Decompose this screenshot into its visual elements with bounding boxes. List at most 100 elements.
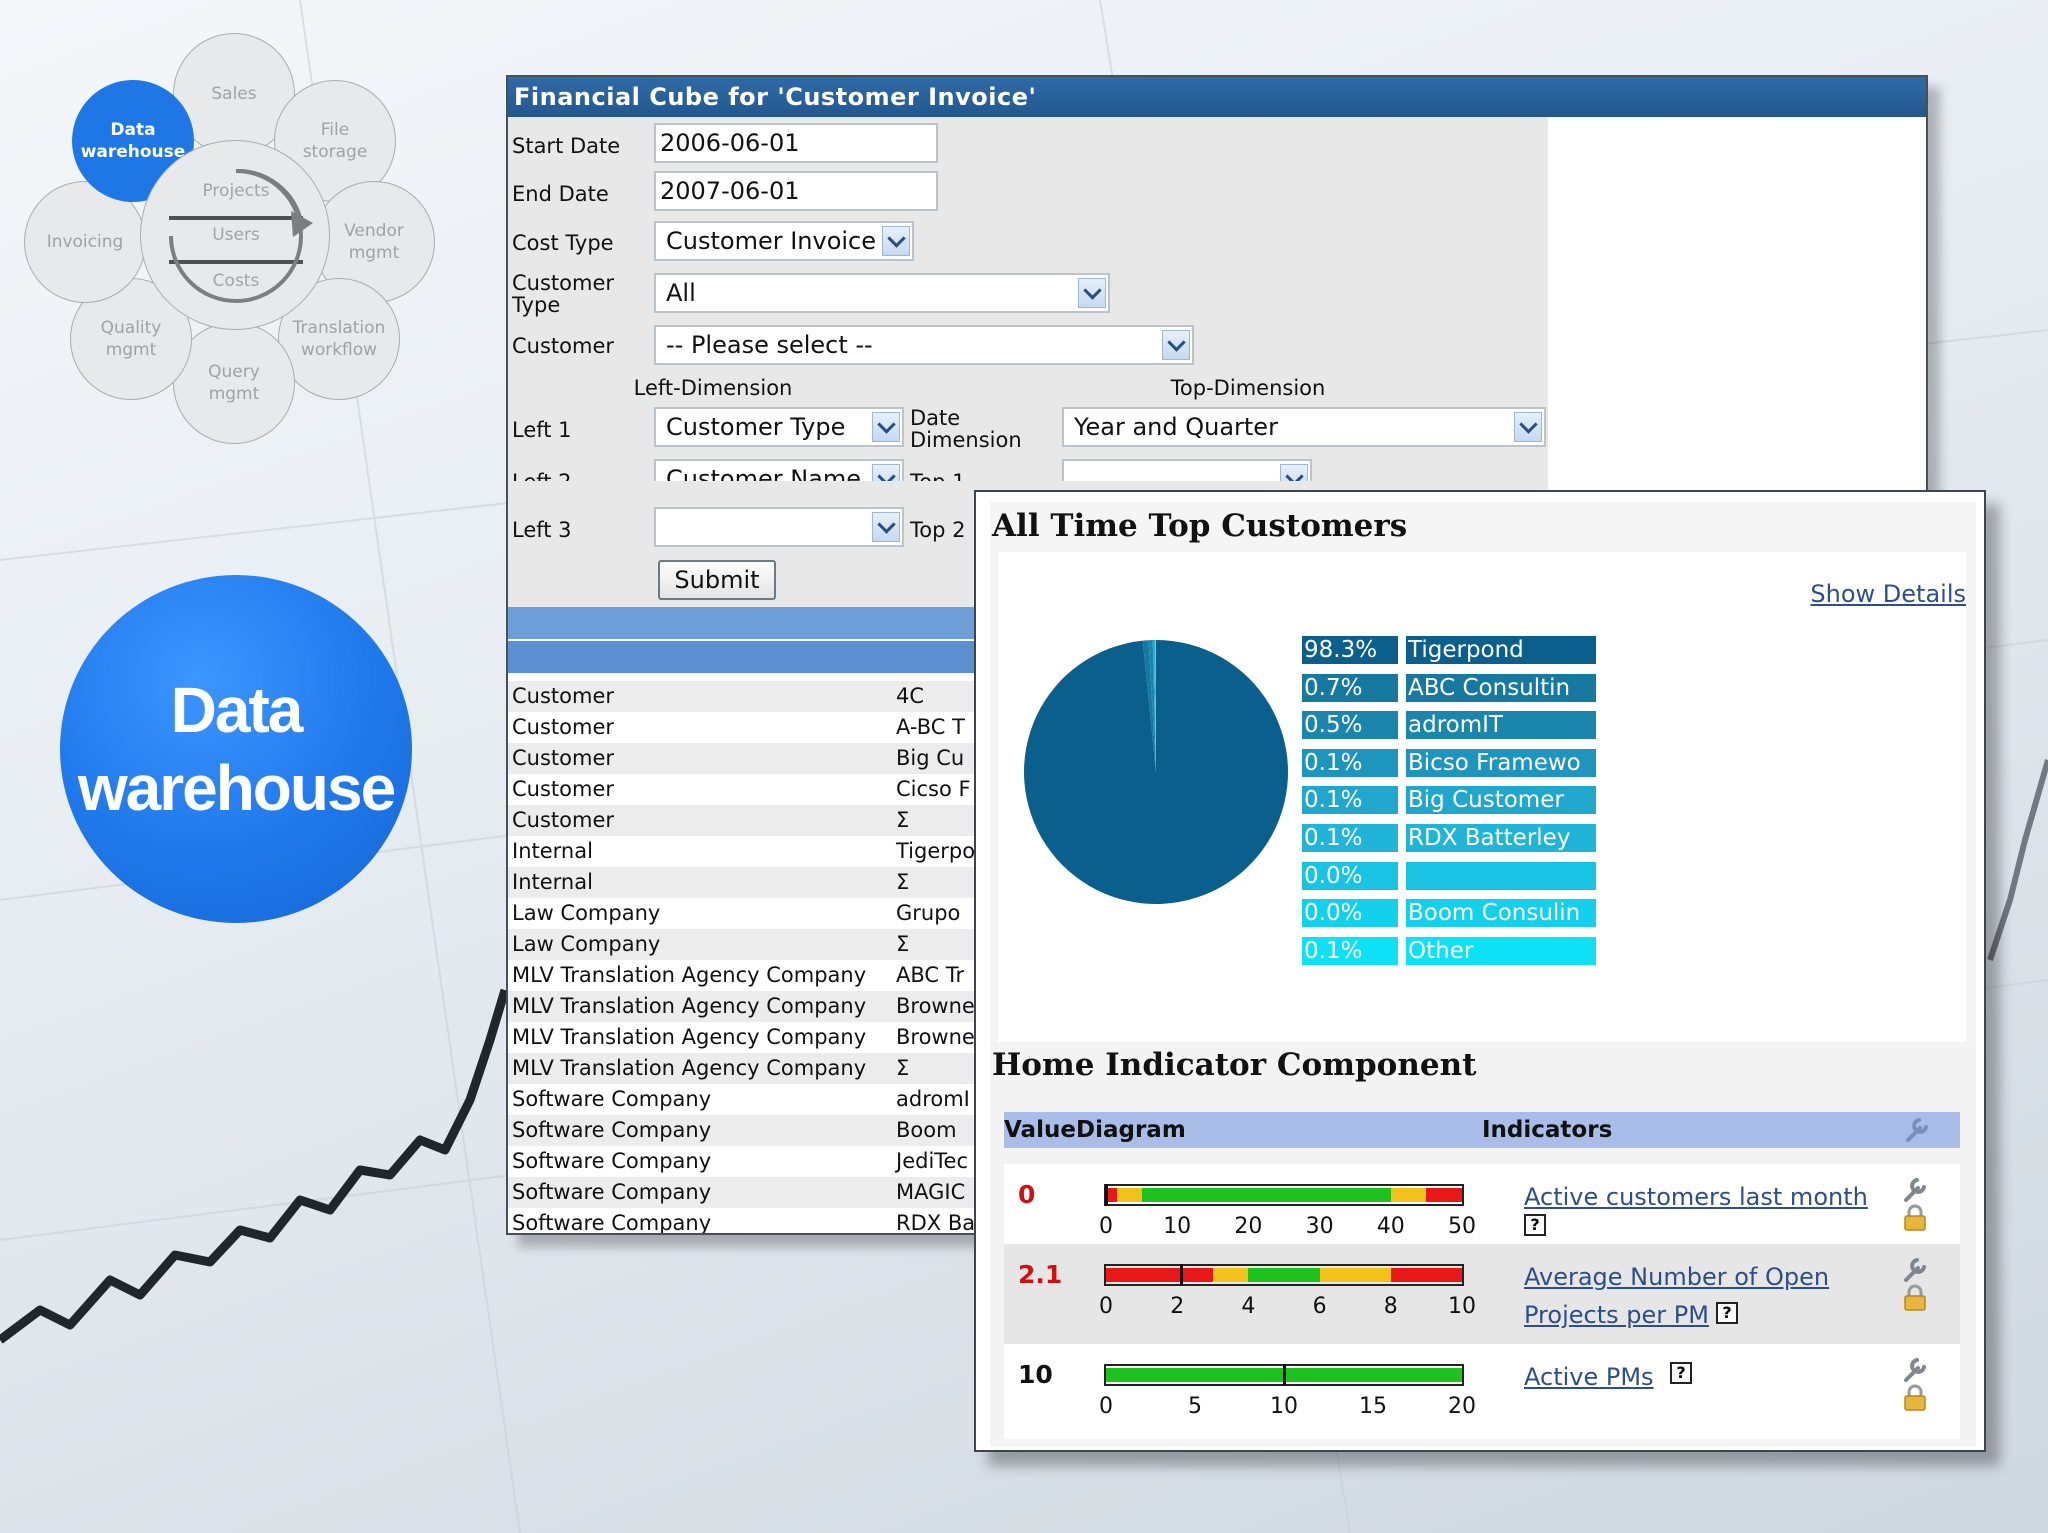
wrench-icon[interactable] [1900, 1354, 1930, 1384]
help-icon[interactable]: ? [1524, 1214, 1546, 1236]
legend-percentage: 0.5% [1302, 711, 1398, 740]
legend-label: RDX Batterley [1406, 824, 1596, 852]
legend-percentage: 0.1% [1302, 824, 1398, 852]
row-company-type: Customer [512, 715, 615, 739]
row-company-type: Law Company [512, 901, 661, 925]
chevron-down-icon[interactable] [1078, 278, 1106, 308]
row-customer-name: Σ [896, 1056, 910, 1080]
row-company-type: Internal [512, 839, 593, 863]
gauge-tick-label: 20 [1448, 1394, 1476, 1419]
cost-type-select[interactable]: Customer Invoice [654, 221, 914, 261]
row-customer-name: Grupo [896, 901, 961, 925]
customer-type-select[interactable]: All [654, 273, 1110, 313]
row-customer-name: 4C [896, 684, 925, 708]
date-dimension-select[interactable]: Year and Quarter [1062, 407, 1546, 447]
chevron-down-icon[interactable] [1162, 330, 1190, 360]
gauge-tick-label: 30 [1305, 1214, 1334, 1239]
left1-select[interactable]: Customer Type [654, 407, 904, 447]
gauge-marker [1283, 1364, 1286, 1386]
indicator-link[interactable]: Average Number of Open [1524, 1258, 1829, 1296]
row-company-type: Customer [512, 808, 615, 832]
indicator-row: 0 0 10 20 30 40 50 Active customers last month? [1004, 1164, 1960, 1244]
indicator-link[interactable]: Active PMs [1524, 1358, 1654, 1396]
gauge-band [1390, 1188, 1427, 1202]
chevron-down-icon[interactable] [882, 226, 910, 256]
legend-percentage: 0.7% [1302, 673, 1398, 702]
gauge-band [1116, 1188, 1142, 1202]
row-customer-name: MAGIC [896, 1180, 966, 1204]
row-customer-name: adromI [896, 1087, 970, 1111]
row-customer-name: RDX Ba [896, 1211, 976, 1235]
lock-icon[interactable] [1902, 1384, 1928, 1412]
row-company-type: Software Company [512, 1180, 712, 1204]
row-company-type: MLV Translation Agency Company [512, 1056, 867, 1080]
chevron-down-icon[interactable] [1514, 412, 1542, 442]
cycle-arrow-icon [169, 168, 313, 303]
indicator-value: 2.1 [1018, 1260, 1063, 1289]
badge-line-1: Data [170, 674, 304, 746]
customer-label: Customer [512, 334, 615, 358]
row-company-type: Internal [512, 870, 593, 894]
indicator-row: 10 0 5 10 15 20 Active PMs? [1004, 1344, 1960, 1439]
submit-button[interactable]: Submit [658, 560, 776, 600]
legend-percentage: 98.3% [1302, 636, 1398, 664]
lock-icon[interactable] [1902, 1204, 1928, 1232]
end-date-input[interactable]: 2007-06-01 [654, 171, 938, 211]
gauge-band [1426, 1188, 1462, 1202]
row-customer-name: JediTec [896, 1149, 969, 1173]
diagram-core: Projects Users Costs [140, 140, 330, 330]
chevron-down-icon[interactable] [872, 412, 900, 442]
start-date-input[interactable]: 2006-06-01 [654, 123, 938, 163]
row-customer-name: Browne [896, 994, 975, 1018]
left3-label: Left 3 [512, 518, 572, 542]
top2-label: Top 2 [910, 518, 966, 542]
help-icon[interactable]: ? [1716, 1302, 1738, 1324]
indicator-link[interactable]: Active customers last month [1524, 1178, 1868, 1216]
row-customer-name: Cicso F [896, 777, 971, 801]
row-company-type: MLV Translation Agency Company [512, 1025, 867, 1049]
wrench-icon[interactable] [1902, 1114, 1932, 1144]
indicator-link-line2[interactable]: Projects per PM [1524, 1296, 1709, 1334]
left1-label: Left 1 [512, 418, 572, 442]
row-customer-name: Browne [896, 1025, 975, 1049]
gauge-tick-label: 10 [1448, 1294, 1476, 1319]
gauge-tick-label: 40 [1376, 1214, 1405, 1239]
legend-percentage: 0.1% [1302, 936, 1398, 965]
help-icon[interactable]: ? [1670, 1362, 1692, 1384]
legend-label: adromIT [1406, 711, 1596, 740]
home-indicator-title: Home Indicator Component [992, 1047, 1477, 1083]
legend-label: Tigerpond [1406, 636, 1596, 664]
row-customer-name: Σ [896, 870, 910, 894]
indicator-row: 2.1 0 2 4 6 8 10 Average Number of Open Projects… [1004, 1244, 1960, 1344]
row-customer-name: A-BC T [896, 715, 965, 739]
gauge-marker [1179, 1264, 1183, 1286]
top-customers-pie-chart [1024, 640, 1288, 904]
left3-select[interactable] [654, 507, 904, 547]
gauge-tick-label: 8 [1383, 1294, 1398, 1319]
row-company-type: Software Company [512, 1211, 712, 1235]
header-value: Value [1004, 1117, 1076, 1143]
legend-label: Bicso Framewo [1406, 748, 1596, 777]
top-dimension-header: Top-Dimension [1170, 376, 1326, 400]
customer-select[interactable]: -- Please select -- [654, 325, 1194, 365]
wrench-icon[interactable] [1900, 1254, 1930, 1284]
show-details-link[interactable]: Show Details [1810, 580, 1966, 608]
header-indicators: Indicators [1482, 1117, 1613, 1143]
legend-percentage: 0.1% [1302, 748, 1398, 777]
row-customer-name: Big Cu [896, 746, 965, 770]
legend-label: Big Customer [1406, 786, 1596, 815]
legend-percentage: 0.1% [1302, 786, 1398, 815]
chevron-down-icon[interactable] [872, 512, 900, 542]
left-dimension-header: Left-Dimension [633, 376, 793, 400]
gauge-tick-label: 2 [1170, 1294, 1185, 1319]
badge-line-2: warehouse [77, 752, 396, 824]
row-customer-name: Σ [896, 932, 910, 956]
wrench-icon[interactable] [1900, 1174, 1930, 1204]
data-warehouse-badge: Data warehouse [60, 575, 412, 923]
lock-icon[interactable] [1902, 1284, 1928, 1312]
date-dimension-label: Date Dimension [910, 406, 1022, 452]
gauge-tick-label: 0 [1099, 1394, 1113, 1419]
row-company-type: MLV Translation Agency Company [512, 963, 867, 987]
row-customer-name: Σ [896, 808, 910, 832]
legend-percentage: 0.0% [1302, 899, 1398, 928]
